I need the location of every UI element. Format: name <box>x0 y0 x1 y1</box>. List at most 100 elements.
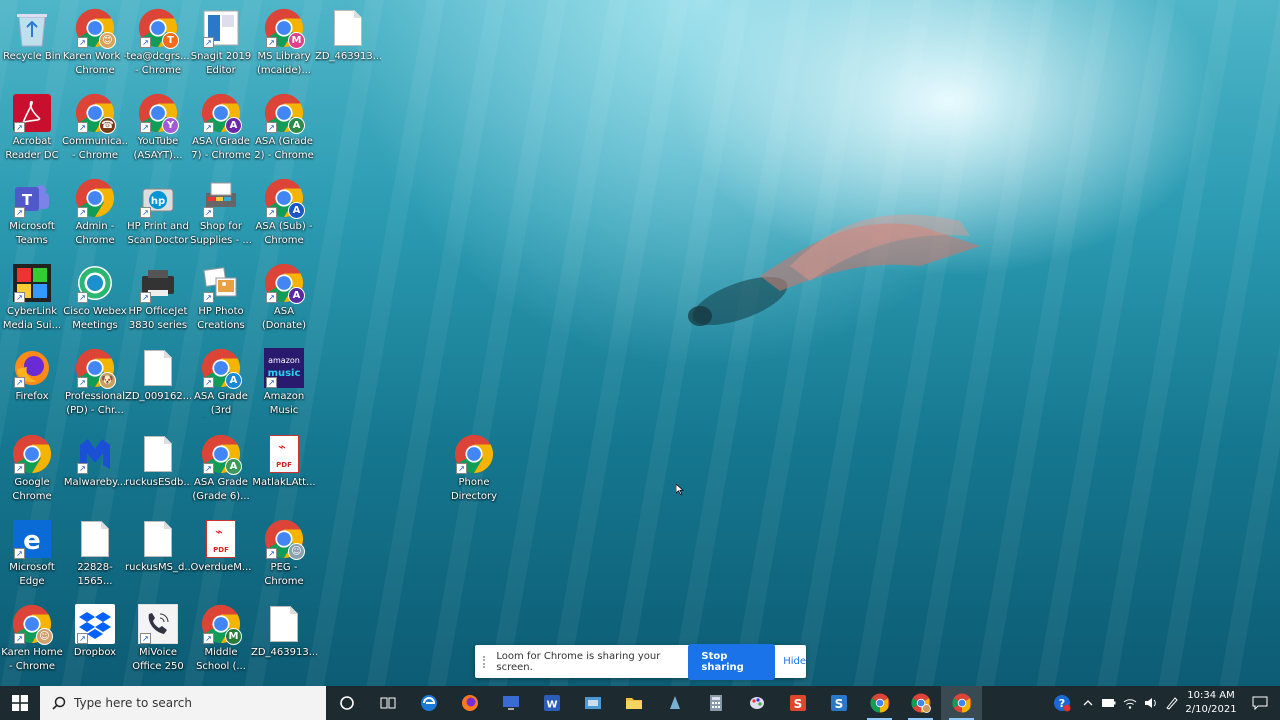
desktop-icon-doc[interactable]: 22828-1565... <box>63 515 127 597</box>
battery-tray-icon[interactable] <box>1098 686 1119 720</box>
start-button[interactable] <box>0 686 40 720</box>
shortcut-arrow-icon: ↗ <box>77 207 88 218</box>
shortcut-arrow-icon: ↗ <box>77 633 88 644</box>
desktop-icon-label: MS Library (mcaide)... <box>257 51 311 76</box>
desktop-icon-doc[interactable]: ZD_009162... <box>125 344 191 426</box>
dropbox-icon: ↗ <box>75 604 115 644</box>
desktop-icon-chrome[interactable]: T ↗ tea@dcgrs... - Chrome <box>126 4 190 86</box>
pen-tray-icon[interactable] <box>1161 686 1182 720</box>
chrome-icon: M ↗ <box>264 8 305 49</box>
desktop-icon-chrome[interactable]: ☎ ↗ Communica... - Chrome <box>62 89 128 171</box>
desktop-icon-pdf[interactable]: ⌁ PDF OverdueM... <box>189 515 253 597</box>
volume-tray-icon[interactable] <box>1140 686 1161 720</box>
desktop-icon-label: ZD_463913... <box>251 647 317 658</box>
taskbar-snagit[interactable]: S <box>777 686 818 720</box>
desktop-icon-doc[interactable]: ruckusESdb... <box>125 430 191 512</box>
desktop-icon-amazon-music[interactable]: amazon music ↗ Amazon Music <box>252 344 316 426</box>
desktop-icon-label: Professional (PD) - Chr... <box>64 391 126 416</box>
desktop-icon-doc[interactable]: ruckusMS_d... <box>125 515 191 597</box>
desktop-icon-doc[interactable]: ZD_463913... <box>315 4 381 86</box>
chrome-profile-icon <box>910 693 931 713</box>
taskbar-snipping[interactable] <box>654 686 695 720</box>
desktop-icon-chrome[interactable]: A ↗ ASA (Grade 2) - Chrome <box>252 89 316 171</box>
desktop-icon-chrome[interactable]: 🐶 ↗ Professional (PD) - Chr... <box>63 344 127 426</box>
chrome-icon <box>951 693 971 713</box>
desktop-icon-label: 22828-1565... <box>77 562 113 587</box>
speaker-icon <box>1144 698 1156 708</box>
desktop-icon-chrome[interactable]: M ↗ MS Library (mcaide)... <box>252 4 316 86</box>
desktop-icon-cyberlink[interactable]: ↗ CyberLink Media Sui... <box>0 259 64 341</box>
chrome-icon: 😊 ↗ <box>75 8 116 49</box>
shortcut-arrow-icon: ↗ <box>266 37 277 48</box>
mouse-cursor-icon <box>676 484 684 495</box>
printer-shop-icon: ↗ <box>201 178 241 218</box>
desktop-icon-hp-photo[interactable]: ↗ HP Photo Creations <box>189 259 253 341</box>
desktop-icon-chrome[interactable]: ↗ Admin - Chrome <box>63 174 127 256</box>
desktop-icon-chrome[interactable]: ↗ Phone Directory <box>442 430 506 512</box>
desktop-icon-malwarebytes[interactable]: ↗ Malwareby... <box>63 430 127 512</box>
taskbar-outlook[interactable] <box>572 686 613 720</box>
action-center-button[interactable] <box>1240 696 1280 710</box>
hide-button[interactable]: Hide <box>783 656 806 667</box>
wifi-tray-icon[interactable] <box>1119 686 1140 720</box>
taskbar-chrome[interactable] <box>859 686 900 720</box>
desktop-icon-chrome[interactable]: ↗ Google Chrome <box>0 430 64 512</box>
desktop-icon-edge[interactable]: e ↗ Microsoft Edge <box>0 515 64 597</box>
taskbar-snagit-editor[interactable]: S <box>818 686 859 720</box>
desktop-icon-hp-doctor[interactable]: hp ↗ HP Print and Scan Doctor <box>126 174 190 256</box>
desktop-icon-chrome[interactable]: ☺ ↗ Karen Home - Chrome <box>0 600 64 682</box>
help-tray-icon[interactable]: ? <box>1047 686 1077 720</box>
mivoice-icon: ↗ <box>138 604 178 644</box>
desktop-icon-mivoice[interactable]: ↗ MiVoice Office 250 S... <box>126 600 190 682</box>
desktop-icon-teams[interactable]: T ↗ Microsoft Teams <box>0 174 64 256</box>
desktop-icon-printer-shop[interactable]: ↗ Shop for Supplies - ... <box>189 174 253 256</box>
desktop-icon-acrobat[interactable]: ↗ Acrobat Reader DC <box>0 89 64 171</box>
stop-sharing-button[interactable]: Stop sharing <box>688 643 776 680</box>
taskbar-edge[interactable] <box>408 686 449 720</box>
taskbar-chrome-active[interactable] <box>941 686 982 720</box>
shortcut-arrow-icon: ↗ <box>203 463 214 474</box>
shortcut-arrow-icon: ↗ <box>14 122 25 133</box>
windows-icon <box>12 695 28 711</box>
desktop-icon-webex[interactable]: ↗ Cisco Webex Meetings <box>63 259 127 341</box>
shortcut-arrow-icon: ↗ <box>456 463 467 474</box>
desktop-icon-dropbox[interactable]: ↗ Dropbox <box>63 600 127 682</box>
profile-badge-icon: Y <box>162 117 179 134</box>
desktop-icon-firefox[interactable]: ↗ Firefox <box>0 344 64 426</box>
desktop-icon-recycle[interactable]: Recycle Bin <box>0 4 64 86</box>
desktop-icon-snagit-editor[interactable]: ↗ Snagit 2019 Editor <box>189 4 253 86</box>
desktop-icon-chrome[interactable]: A ↗ ASA (Sub) - Chrome <box>252 174 316 256</box>
desktop-icon-printer[interactable]: ↗ HP OfficeJet 3830 series <box>126 259 190 341</box>
taskbar-clock[interactable]: 10:34 AM 2/10/2021 <box>1182 689 1240 717</box>
taskbar-calculator[interactable] <box>695 686 736 720</box>
desktop-icon-label: Karen Work - Chrome <box>62 51 128 76</box>
desktop-icon-chrome[interactable]: A ↗ ASA Grade (Grade 6)... <box>189 430 253 512</box>
desktop-icon-chrome[interactable]: A ↗ ASA (Grade 7) - Chrome <box>189 89 253 171</box>
taskbar-paint[interactable] <box>736 686 777 720</box>
profile-badge-icon: M <box>225 628 242 645</box>
taskbar-chrome-profile[interactable] <box>900 686 941 720</box>
taskbar-file-explorer[interactable] <box>613 686 654 720</box>
show-hidden-icons-button[interactable] <box>1077 686 1098 720</box>
paint-icon <box>749 697 764 709</box>
taskbar-remote[interactable] <box>490 686 531 720</box>
cortana-button[interactable] <box>326 686 367 720</box>
shortcut-arrow-icon: ↗ <box>266 548 277 559</box>
desktop-icon-label: Amazon Music <box>263 391 305 416</box>
profile-badge-icon: A <box>288 287 305 304</box>
drag-handle-icon[interactable] <box>483 655 488 668</box>
snagit-icon: S <box>789 695 806 711</box>
taskbar-firefox[interactable] <box>449 686 490 720</box>
desktop-icon-doc[interactable]: ZD_463913... <box>251 600 317 682</box>
desktop-icon-chrome[interactable]: A↗ASA (Donate) - Chrome <box>252 259 316 341</box>
desktop-icon-chrome[interactable]: ☺ ↗ PEG - Chrome <box>252 515 316 597</box>
desktop-icon-chrome[interactable]: A↗ASA Grade (3rd Grade)... <box>189 344 253 426</box>
desktop-icon-pdf[interactable]: ⌁ PDF MatlakLAtt... <box>252 430 316 512</box>
desktop-icon-chrome[interactable]: 😊 ↗ Karen Work - Chrome <box>63 4 127 86</box>
chrome-icon: 🐶 ↗ <box>75 348 116 389</box>
task-view-button[interactable] <box>367 686 408 720</box>
desktop-icon-chrome[interactable]: Y ↗ YouTube (ASAYT)... <box>126 89 190 171</box>
desktop-icon-chrome[interactable]: M ↗ Middle School (... <box>189 600 253 682</box>
taskbar-search[interactable]: Type here to search <box>40 686 326 720</box>
taskbar-word[interactable]: W <box>531 686 572 720</box>
